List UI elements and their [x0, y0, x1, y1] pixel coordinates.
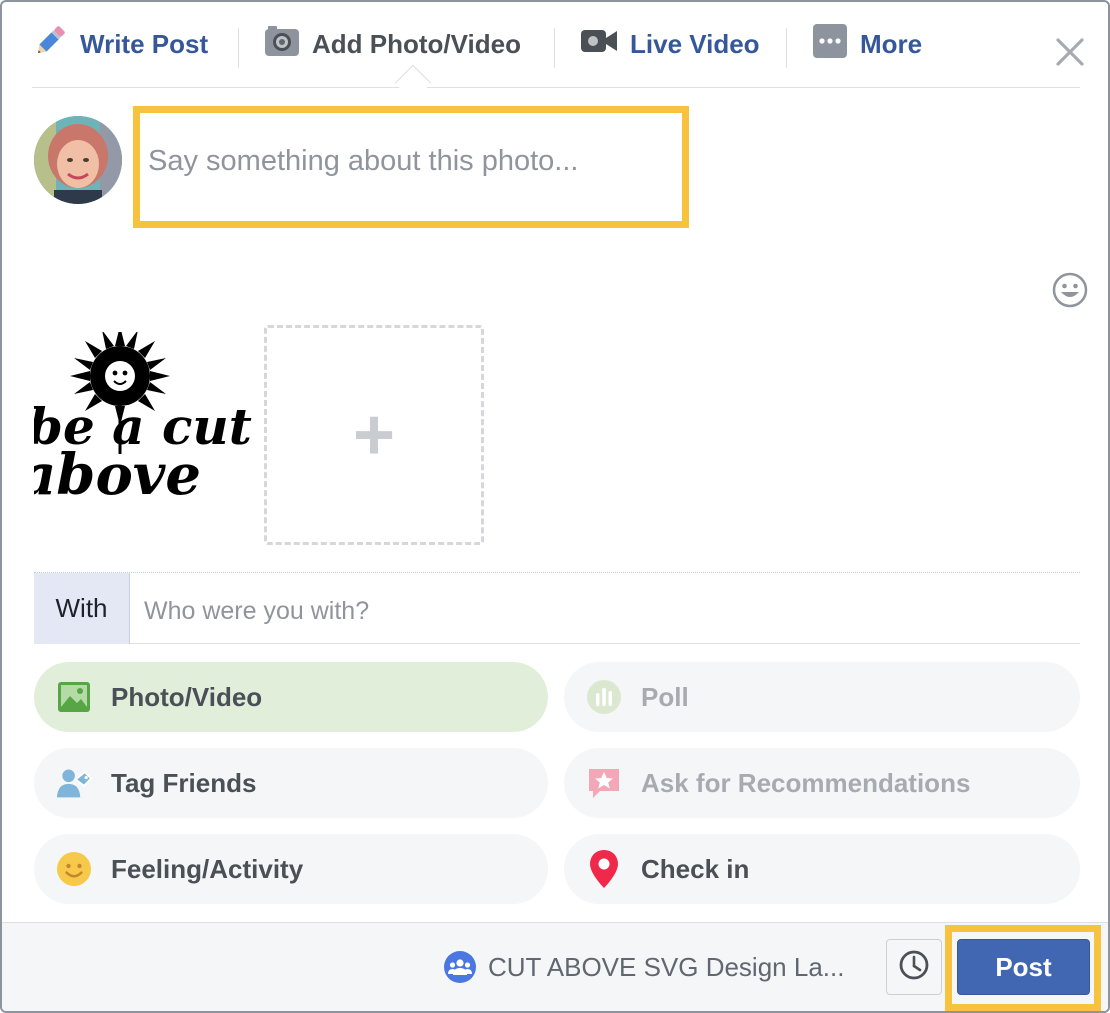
tab-add-photo-video-label: Add Photo/Video	[312, 28, 521, 59]
poll-icon	[586, 679, 622, 715]
avatar	[34, 116, 122, 204]
action-label: Tag Friends	[111, 768, 257, 798]
tab-write-post-label: Write Post	[80, 28, 209, 59]
tag-friends-icon	[56, 765, 92, 801]
clock-icon	[898, 949, 930, 986]
tab-more[interactable]: More	[812, 23, 923, 66]
tab-live-video[interactable]: Live Video	[580, 24, 760, 64]
more-dots-icon	[812, 23, 848, 66]
action-label: Poll	[641, 682, 689, 712]
status-input[interactable]	[148, 140, 668, 182]
action-ask-recommendations[interactable]: Ask for Recommendations	[564, 748, 1080, 818]
post-button[interactable]: Post	[957, 939, 1090, 995]
composer-tabs: Write Post Add Photo/Video Live Video Mo…	[32, 2, 1080, 102]
action-feeling-activity[interactable]: Feeling/Activity	[34, 834, 548, 904]
location-pin-icon	[586, 850, 622, 888]
active-tab-caret	[394, 64, 432, 102]
audience-label: CUT ABOVE SVG Design La...	[488, 951, 845, 982]
emoji-icon[interactable]	[1052, 272, 1088, 308]
action-photo-video[interactable]: Photo/Video	[34, 662, 548, 732]
tab-write-post[interactable]: Write Post	[32, 24, 208, 64]
action-label: Ask for Recommendations	[641, 768, 971, 798]
tab-divider	[786, 28, 787, 68]
camera-icon	[264, 24, 300, 65]
action-check-in[interactable]: Check in	[564, 834, 1080, 904]
action-label: Feeling/Activity	[111, 854, 304, 884]
audience-selector[interactable]: CUT ABOVE SVG Design La...	[444, 947, 844, 987]
action-tag-friends[interactable]: Tag Friends	[34, 748, 548, 818]
action-poll[interactable]: Poll	[564, 662, 1080, 732]
with-label: With	[34, 573, 130, 644]
schedule-button[interactable]	[886, 939, 942, 995]
add-more-photos-button[interactable]: +	[264, 325, 484, 545]
recommendations-icon	[586, 765, 622, 801]
pencil-icon	[32, 23, 68, 66]
tab-add-photo-video[interactable]: Add Photo/Video	[264, 24, 521, 64]
tab-live-video-label: Live Video	[630, 28, 760, 59]
attached-photo[interactable]: be a cut above	[34, 332, 254, 522]
tab-divider	[554, 28, 555, 68]
photo-text-line2: above	[34, 442, 201, 508]
video-camera-icon	[580, 26, 618, 63]
action-label: Photo/Video	[111, 682, 263, 712]
with-friends-row: With	[34, 572, 1080, 644]
tab-more-label: More	[860, 28, 923, 59]
with-friends-input[interactable]	[144, 591, 1044, 631]
close-icon[interactable]	[1052, 34, 1088, 70]
plus-icon: +	[352, 395, 396, 475]
composer-dialog: Write Post Add Photo/Video Live Video Mo…	[0, 0, 1110, 1013]
tab-divider	[238, 28, 239, 68]
action-label: Check in	[641, 854, 750, 884]
feeling-icon	[56, 851, 92, 887]
group-icon	[444, 951, 476, 983]
photo-icon	[56, 679, 92, 715]
